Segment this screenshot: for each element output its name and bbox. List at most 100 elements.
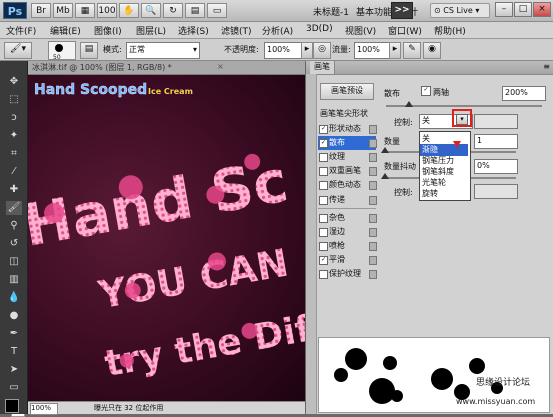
zoom-input[interactable]: 100%: [30, 403, 58, 415]
history-brush-tool-icon[interactable]: ↺: [6, 237, 22, 251]
blur-tool-icon[interactable]: 💧: [6, 291, 22, 305]
tab-close-icon[interactable]: ×: [217, 62, 224, 71]
list-item-shape-dynamics[interactable]: ✓ 形状动态: [318, 122, 377, 136]
menu-select[interactable]: 选择(S): [178, 24, 209, 37]
checkbox-icon[interactable]: [319, 167, 328, 176]
checkbox-checked-icon[interactable]: ✓: [319, 256, 328, 265]
bridge-icon[interactable]: Br: [31, 3, 51, 18]
menu-window[interactable]: 窗口(W): [388, 24, 422, 37]
count-slider-handle[interactable]: [381, 147, 389, 153]
flow-input[interactable]: 100%: [354, 42, 392, 59]
list-item-smoothing[interactable]: ✓ 平滑: [318, 253, 377, 267]
list-item-scattering[interactable]: ✓ 散布: [318, 136, 377, 150]
view-extras-icon[interactable]: ▦: [75, 3, 95, 18]
lock-icon[interactable]: [369, 214, 377, 223]
zoom-tool-icon[interactable]: 🔍: [141, 3, 161, 18]
checkbox-icon[interactable]: [319, 153, 328, 162]
menu-help[interactable]: 帮助(H): [434, 24, 466, 37]
tool-preset-picker[interactable]: 🖌▾: [4, 42, 32, 59]
scatter-slider-handle[interactable]: [405, 101, 413, 107]
count-jitter-slider-handle[interactable]: [381, 173, 389, 179]
clone-stamp-tool-icon[interactable]: ⚲: [6, 219, 22, 233]
pressure-opacity-icon[interactable]: ◎: [313, 42, 331, 59]
menu-3d[interactable]: 3D(D): [306, 24, 333, 34]
checkbox-icon[interactable]: [319, 228, 328, 237]
lock-icon[interactable]: [369, 270, 377, 279]
screen-mode-icon[interactable]: ▭: [207, 3, 227, 18]
shape-tool-icon[interactable]: ▭: [6, 381, 22, 395]
checkbox-checked-icon[interactable]: ✓: [319, 125, 328, 134]
quick-select-tool-icon[interactable]: ✦: [6, 129, 22, 143]
healing-tool-icon[interactable]: ✚: [6, 183, 22, 197]
count-jitter-input[interactable]: 0%: [474, 159, 518, 174]
menu-edit[interactable]: 编辑(E): [50, 24, 81, 37]
document-tab[interactable]: 冰淇淋.tif @ 100% (图层 1, RGB/8) * ×: [28, 61, 305, 75]
list-item-color-dynamics[interactable]: 颜色动态: [318, 178, 377, 192]
menu-layer[interactable]: 图层(L): [136, 24, 166, 37]
tab-brush[interactable]: 画笔: [310, 61, 335, 74]
eraser-tool-icon[interactable]: ◫: [6, 255, 22, 269]
checkbox-icon[interactable]: [319, 270, 328, 279]
lock-icon[interactable]: [369, 256, 377, 265]
menu-image[interactable]: 图像(I): [94, 24, 122, 37]
lock-icon[interactable]: [369, 167, 377, 176]
cs-live-button[interactable]: ⊙ CS Live ▾: [430, 3, 490, 18]
checkbox-checked-icon[interactable]: ✓: [319, 139, 328, 148]
scatter-value-input[interactable]: 200%: [502, 86, 546, 101]
brush-panel-toggle-icon[interactable]: ▤: [80, 42, 98, 59]
lock-icon[interactable]: [369, 181, 377, 190]
menu-view[interactable]: 视图(V): [345, 24, 376, 37]
checkbox-icon[interactable]: [319, 242, 328, 251]
workspace-essentials[interactable]: 基本功能: [356, 5, 392, 18]
marquee-tool-icon[interactable]: ⬚: [6, 93, 22, 107]
menu-filter[interactable]: 滤镜(T): [221, 24, 252, 37]
menu-analysis[interactable]: 分析(A): [262, 24, 293, 37]
gradient-tool-icon[interactable]: ▥: [6, 273, 22, 287]
document-canvas[interactable]: Hand Scooped Ice Cream Hand Sc YOU CAN t…: [28, 75, 305, 401]
path-select-tool-icon[interactable]: ➤: [6, 363, 22, 377]
pressure-size-icon[interactable]: ◉: [423, 42, 441, 59]
count-input[interactable]: 1: [474, 134, 518, 149]
eyedropper-tool-icon[interactable]: ⁄: [6, 165, 22, 179]
mode-select[interactable]: 正常 ▾: [126, 42, 200, 59]
list-item-transfer[interactable]: 传递: [318, 193, 377, 207]
lock-icon[interactable]: [369, 242, 377, 251]
list-item-wet-edges[interactable]: 湿边: [318, 225, 377, 239]
opacity-input[interactable]: 100%: [264, 42, 304, 59]
chevron-down-icon[interactable]: ▾: [456, 114, 468, 125]
checkbox-icon[interactable]: [319, 214, 328, 223]
crop-tool-icon[interactable]: ⌗: [6, 147, 22, 161]
lock-icon[interactable]: [369, 139, 377, 148]
dodge-tool-icon[interactable]: ●: [6, 309, 22, 323]
pen-tool-icon[interactable]: ✒: [6, 327, 22, 341]
minimize-icon[interactable]: –: [495, 2, 513, 17]
lock-icon[interactable]: [369, 125, 377, 134]
brush-tool-icon[interactable]: 🖌: [6, 201, 22, 215]
zoom-level-icon[interactable]: 100: [97, 3, 117, 18]
list-item-tip-shape[interactable]: 画笔笔尖形状: [318, 107, 376, 121]
list-item-texture[interactable]: 纹理: [318, 150, 377, 164]
both-axes-checkbox[interactable]: ✓: [421, 86, 431, 96]
checkbox-icon[interactable]: [319, 196, 328, 205]
minibridge-icon[interactable]: Mb: [53, 3, 73, 18]
lock-icon[interactable]: [369, 153, 377, 162]
list-item-dual-brush[interactable]: 双重画笔: [318, 164, 377, 178]
lock-icon[interactable]: [369, 228, 377, 237]
list-item-noise[interactable]: 杂色: [318, 211, 377, 225]
type-tool-icon[interactable]: T: [6, 345, 22, 359]
control2-select[interactable]: [474, 184, 518, 199]
menu-file[interactable]: 文件(F): [6, 24, 36, 37]
lasso-tool-icon[interactable]: ↄ: [6, 111, 22, 125]
brush-presets-button[interactable]: 画笔预设: [320, 83, 374, 100]
rotate-view-icon[interactable]: ↻: [163, 3, 183, 18]
move-tool-icon[interactable]: ✥: [6, 75, 22, 89]
opacity-slider-arrow-icon[interactable]: ▸: [301, 42, 313, 59]
list-item-airbrush[interactable]: 喷枪: [318, 239, 377, 253]
hand-tool-icon[interactable]: ✋: [119, 3, 139, 18]
arrange-documents-icon[interactable]: ▤: [185, 3, 205, 18]
list-item-protect-texture[interactable]: 保护纹理: [318, 267, 377, 281]
brush-preset-picker[interactable]: 50: [48, 41, 76, 61]
flow-slider-arrow-icon[interactable]: ▸: [389, 42, 401, 59]
panel-menu-icon[interactable]: ≡: [543, 62, 550, 71]
checkbox-icon[interactable]: [319, 181, 328, 190]
